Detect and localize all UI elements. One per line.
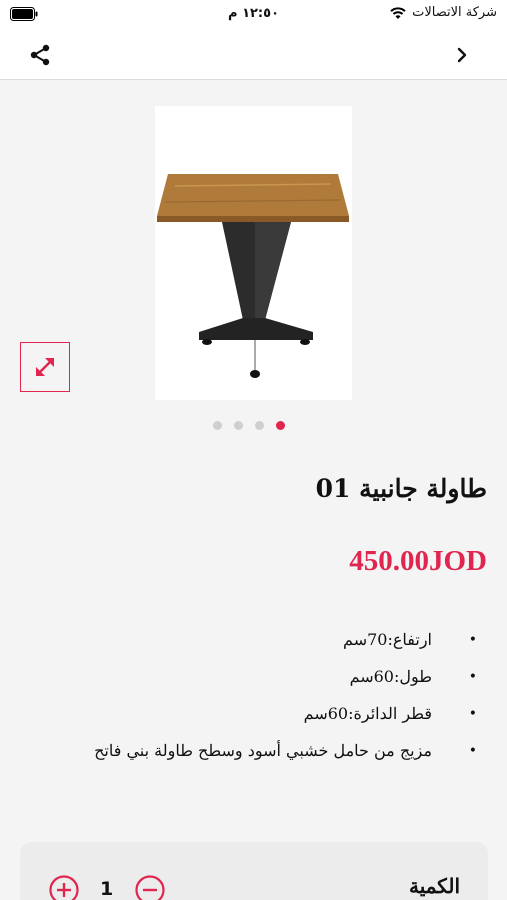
spec-item-material: مزيج من حامل خشبي أسود وسطح طاولة بني فا… — [47, 735, 477, 772]
back-button[interactable] — [447, 40, 477, 70]
share-button[interactable] — [25, 40, 55, 70]
product-image[interactable] — [155, 106, 352, 400]
expand-arrows-icon — [36, 358, 54, 376]
carousel-dot[interactable] — [276, 420, 285, 430]
status-bar: شركة الاتصالات ١٢:٥٠ م — [0, 0, 507, 30]
increase-quantity-button[interactable] — [48, 874, 80, 900]
spec-list: ارتفاع:70سم طول:60سم قطر الدائرة:60سم مز… — [47, 624, 477, 772]
quantity-card: الكمية 1 — [20, 842, 488, 900]
chevron-right-icon — [457, 47, 467, 63]
spec-item-height: ارتفاع:70سم — [47, 624, 477, 661]
expand-image-button[interactable] — [20, 342, 70, 392]
carousel-dots — [213, 419, 285, 431]
nav-bar — [0, 30, 507, 80]
minus-circle-icon — [135, 875, 165, 900]
decrease-quantity-button[interactable] — [134, 874, 166, 900]
product-price: 450.00JOD — [349, 545, 487, 577]
product-title: طاولة جانبية 01 — [315, 474, 487, 503]
quantity-label: الكمية — [408, 874, 460, 898]
status-time: ١٢:٥٠ م — [228, 6, 279, 21]
spec-item-diameter: قطر الدائرة:60سم — [47, 698, 477, 735]
battery-icon — [10, 7, 38, 21]
quantity-value: 1 — [100, 878, 114, 900]
carousel-dot[interactable] — [213, 420, 222, 430]
carousel-dot[interactable] — [234, 420, 243, 430]
carousel-dot[interactable] — [255, 420, 264, 430]
side-table-image — [157, 174, 349, 378]
plus-circle-icon — [49, 875, 79, 900]
spec-item-length: طول:60سم — [47, 661, 477, 698]
share-icon — [30, 44, 50, 66]
